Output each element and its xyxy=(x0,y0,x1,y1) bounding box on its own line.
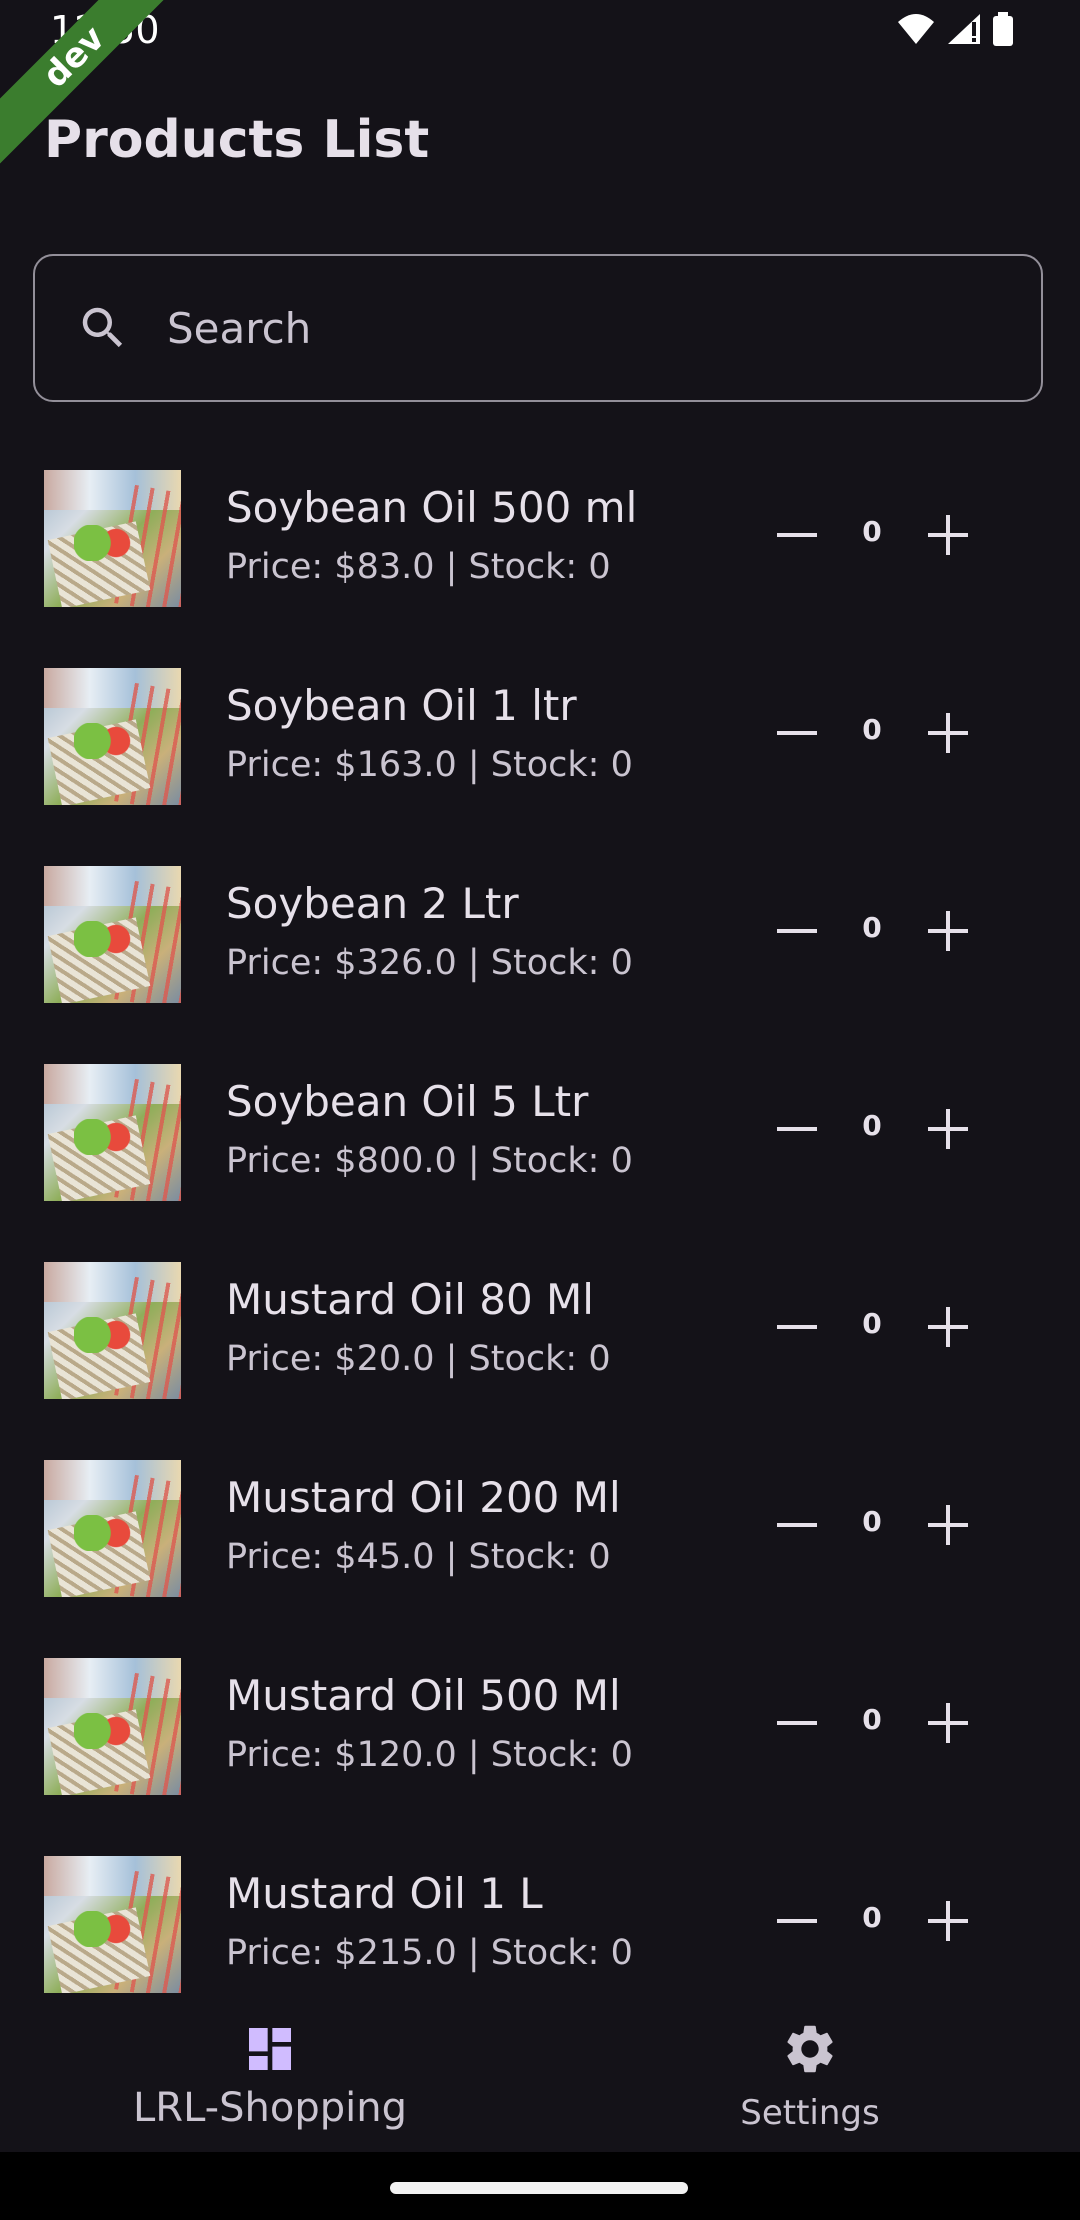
product-row[interactable]: Soybean Oil 500 ml Price: $83.0 | Stock:… xyxy=(0,455,1080,653)
minus-icon xyxy=(777,929,817,933)
status-icons xyxy=(896,12,1014,50)
increment-button[interactable] xyxy=(910,893,986,969)
product-row[interactable]: Soybean Oil 1 ltr Price: $163.0 | Stock:… xyxy=(0,653,1080,851)
decrement-button[interactable] xyxy=(759,1487,835,1563)
quantity-value: 0 xyxy=(862,515,882,548)
battery-icon xyxy=(992,12,1014,50)
search-input[interactable] xyxy=(165,302,989,354)
decrement-button[interactable] xyxy=(759,497,835,573)
bottom-nav: LRL-Shopping Settings xyxy=(0,1997,1080,2152)
dashboard-icon xyxy=(240,2019,300,2079)
quantity-value: 0 xyxy=(862,1505,882,1538)
plus-icon xyxy=(928,1901,968,1941)
product-price-stock: Price: $163.0 | Stock: 0 xyxy=(226,745,633,785)
nav-item-settings[interactable]: Settings xyxy=(540,1997,1080,2152)
product-row[interactable]: Mustard Oil 500 Ml Price: $120.0 | Stock… xyxy=(0,1643,1080,1841)
minus-icon xyxy=(777,1523,817,1527)
increment-button[interactable] xyxy=(910,695,986,771)
increment-button[interactable] xyxy=(910,1289,986,1365)
product-name: Mustard Oil 80 Ml xyxy=(226,1275,594,1324)
product-price-stock: Price: $45.0 | Stock: 0 xyxy=(226,1537,611,1577)
product-image xyxy=(44,668,181,805)
plus-icon xyxy=(928,515,968,555)
product-row[interactable]: Mustard Oil 80 Ml Price: $20.0 | Stock: … xyxy=(0,1247,1080,1445)
product-name: Soybean Oil 500 ml xyxy=(226,483,638,532)
product-list: Soybean Oil 500 ml Price: $83.0 | Stock:… xyxy=(0,455,1080,2039)
quantity-value: 0 xyxy=(862,1901,882,1934)
home-gesture-handle[interactable] xyxy=(390,2182,688,2194)
product-name: Soybean Oil 1 ltr xyxy=(226,681,577,730)
product-price-stock: Price: $120.0 | Stock: 0 xyxy=(226,1735,633,1775)
increment-button[interactable] xyxy=(910,1091,986,1167)
quantity-value: 0 xyxy=(862,1307,882,1340)
minus-icon xyxy=(777,1127,817,1131)
quantity-value: 0 xyxy=(862,1109,882,1142)
search-box[interactable] xyxy=(33,254,1043,402)
page-title: Products List xyxy=(44,110,430,170)
product-price-stock: Price: $800.0 | Stock: 0 xyxy=(226,1141,633,1181)
product-price-stock: Price: $326.0 | Stock: 0 xyxy=(226,943,633,983)
minus-icon xyxy=(777,1721,817,1725)
product-row[interactable]: Mustard Oil 200 Ml Price: $45.0 | Stock:… xyxy=(0,1445,1080,1643)
plus-icon xyxy=(928,1109,968,1149)
product-name: Mustard Oil 200 Ml xyxy=(226,1473,621,1522)
increment-button[interactable] xyxy=(910,1487,986,1563)
wifi-icon xyxy=(896,12,936,50)
product-name: Mustard Oil 500 Ml xyxy=(226,1671,621,1720)
quantity-value: 0 xyxy=(862,713,882,746)
product-row[interactable]: Soybean 2 Ltr Price: $326.0 | Stock: 0 0 xyxy=(0,851,1080,1049)
plus-icon xyxy=(928,1307,968,1347)
minus-icon xyxy=(777,1325,817,1329)
increment-button[interactable] xyxy=(910,1685,986,1761)
product-image xyxy=(44,1064,181,1201)
quantity-value: 0 xyxy=(862,1703,882,1736)
product-price-stock: Price: $20.0 | Stock: 0 xyxy=(226,1339,611,1379)
decrement-button[interactable] xyxy=(759,695,835,771)
plus-icon xyxy=(928,1505,968,1545)
decrement-button[interactable] xyxy=(759,893,835,969)
nav-label: LRL-Shopping xyxy=(133,2085,407,2131)
minus-icon xyxy=(777,1919,817,1923)
product-name: Soybean Oil 5 Ltr xyxy=(226,1077,589,1126)
search-icon xyxy=(73,298,133,358)
increment-button[interactable] xyxy=(910,497,986,573)
minus-icon xyxy=(777,533,817,537)
nav-label: Settings xyxy=(740,2093,880,2133)
gesture-nav-area xyxy=(0,2152,1080,2220)
product-image xyxy=(44,1460,181,1597)
cellular-signal-icon xyxy=(946,12,982,50)
decrement-button[interactable] xyxy=(759,1883,835,1959)
product-image xyxy=(44,1658,181,1795)
product-image xyxy=(44,470,181,607)
product-price-stock: Price: $215.0 | Stock: 0 xyxy=(226,1933,633,1973)
product-name: Soybean 2 Ltr xyxy=(226,879,519,928)
product-image xyxy=(44,1262,181,1399)
status-bar: 12:50 xyxy=(0,0,1080,66)
decrement-button[interactable] xyxy=(759,1091,835,1167)
minus-icon xyxy=(777,731,817,735)
plus-icon xyxy=(928,713,968,753)
increment-button[interactable] xyxy=(910,1883,986,1959)
product-name: Mustard Oil 1 L xyxy=(226,1869,543,1918)
decrement-button[interactable] xyxy=(759,1289,835,1365)
product-row[interactable]: Soybean Oil 5 Ltr Price: $800.0 | Stock:… xyxy=(0,1049,1080,1247)
plus-icon xyxy=(928,1703,968,1743)
decrement-button[interactable] xyxy=(759,1685,835,1761)
nav-item-lrl-shopping[interactable]: LRL-Shopping xyxy=(0,1997,540,2152)
product-image xyxy=(44,866,181,1003)
app-screen: 12:50 dev Products List Soybean Oil 500 … xyxy=(0,0,1080,2220)
gear-icon xyxy=(780,2019,840,2079)
plus-icon xyxy=(928,911,968,951)
quantity-value: 0 xyxy=(862,911,882,944)
product-image xyxy=(44,1856,181,1993)
product-price-stock: Price: $83.0 | Stock: 0 xyxy=(226,547,611,587)
